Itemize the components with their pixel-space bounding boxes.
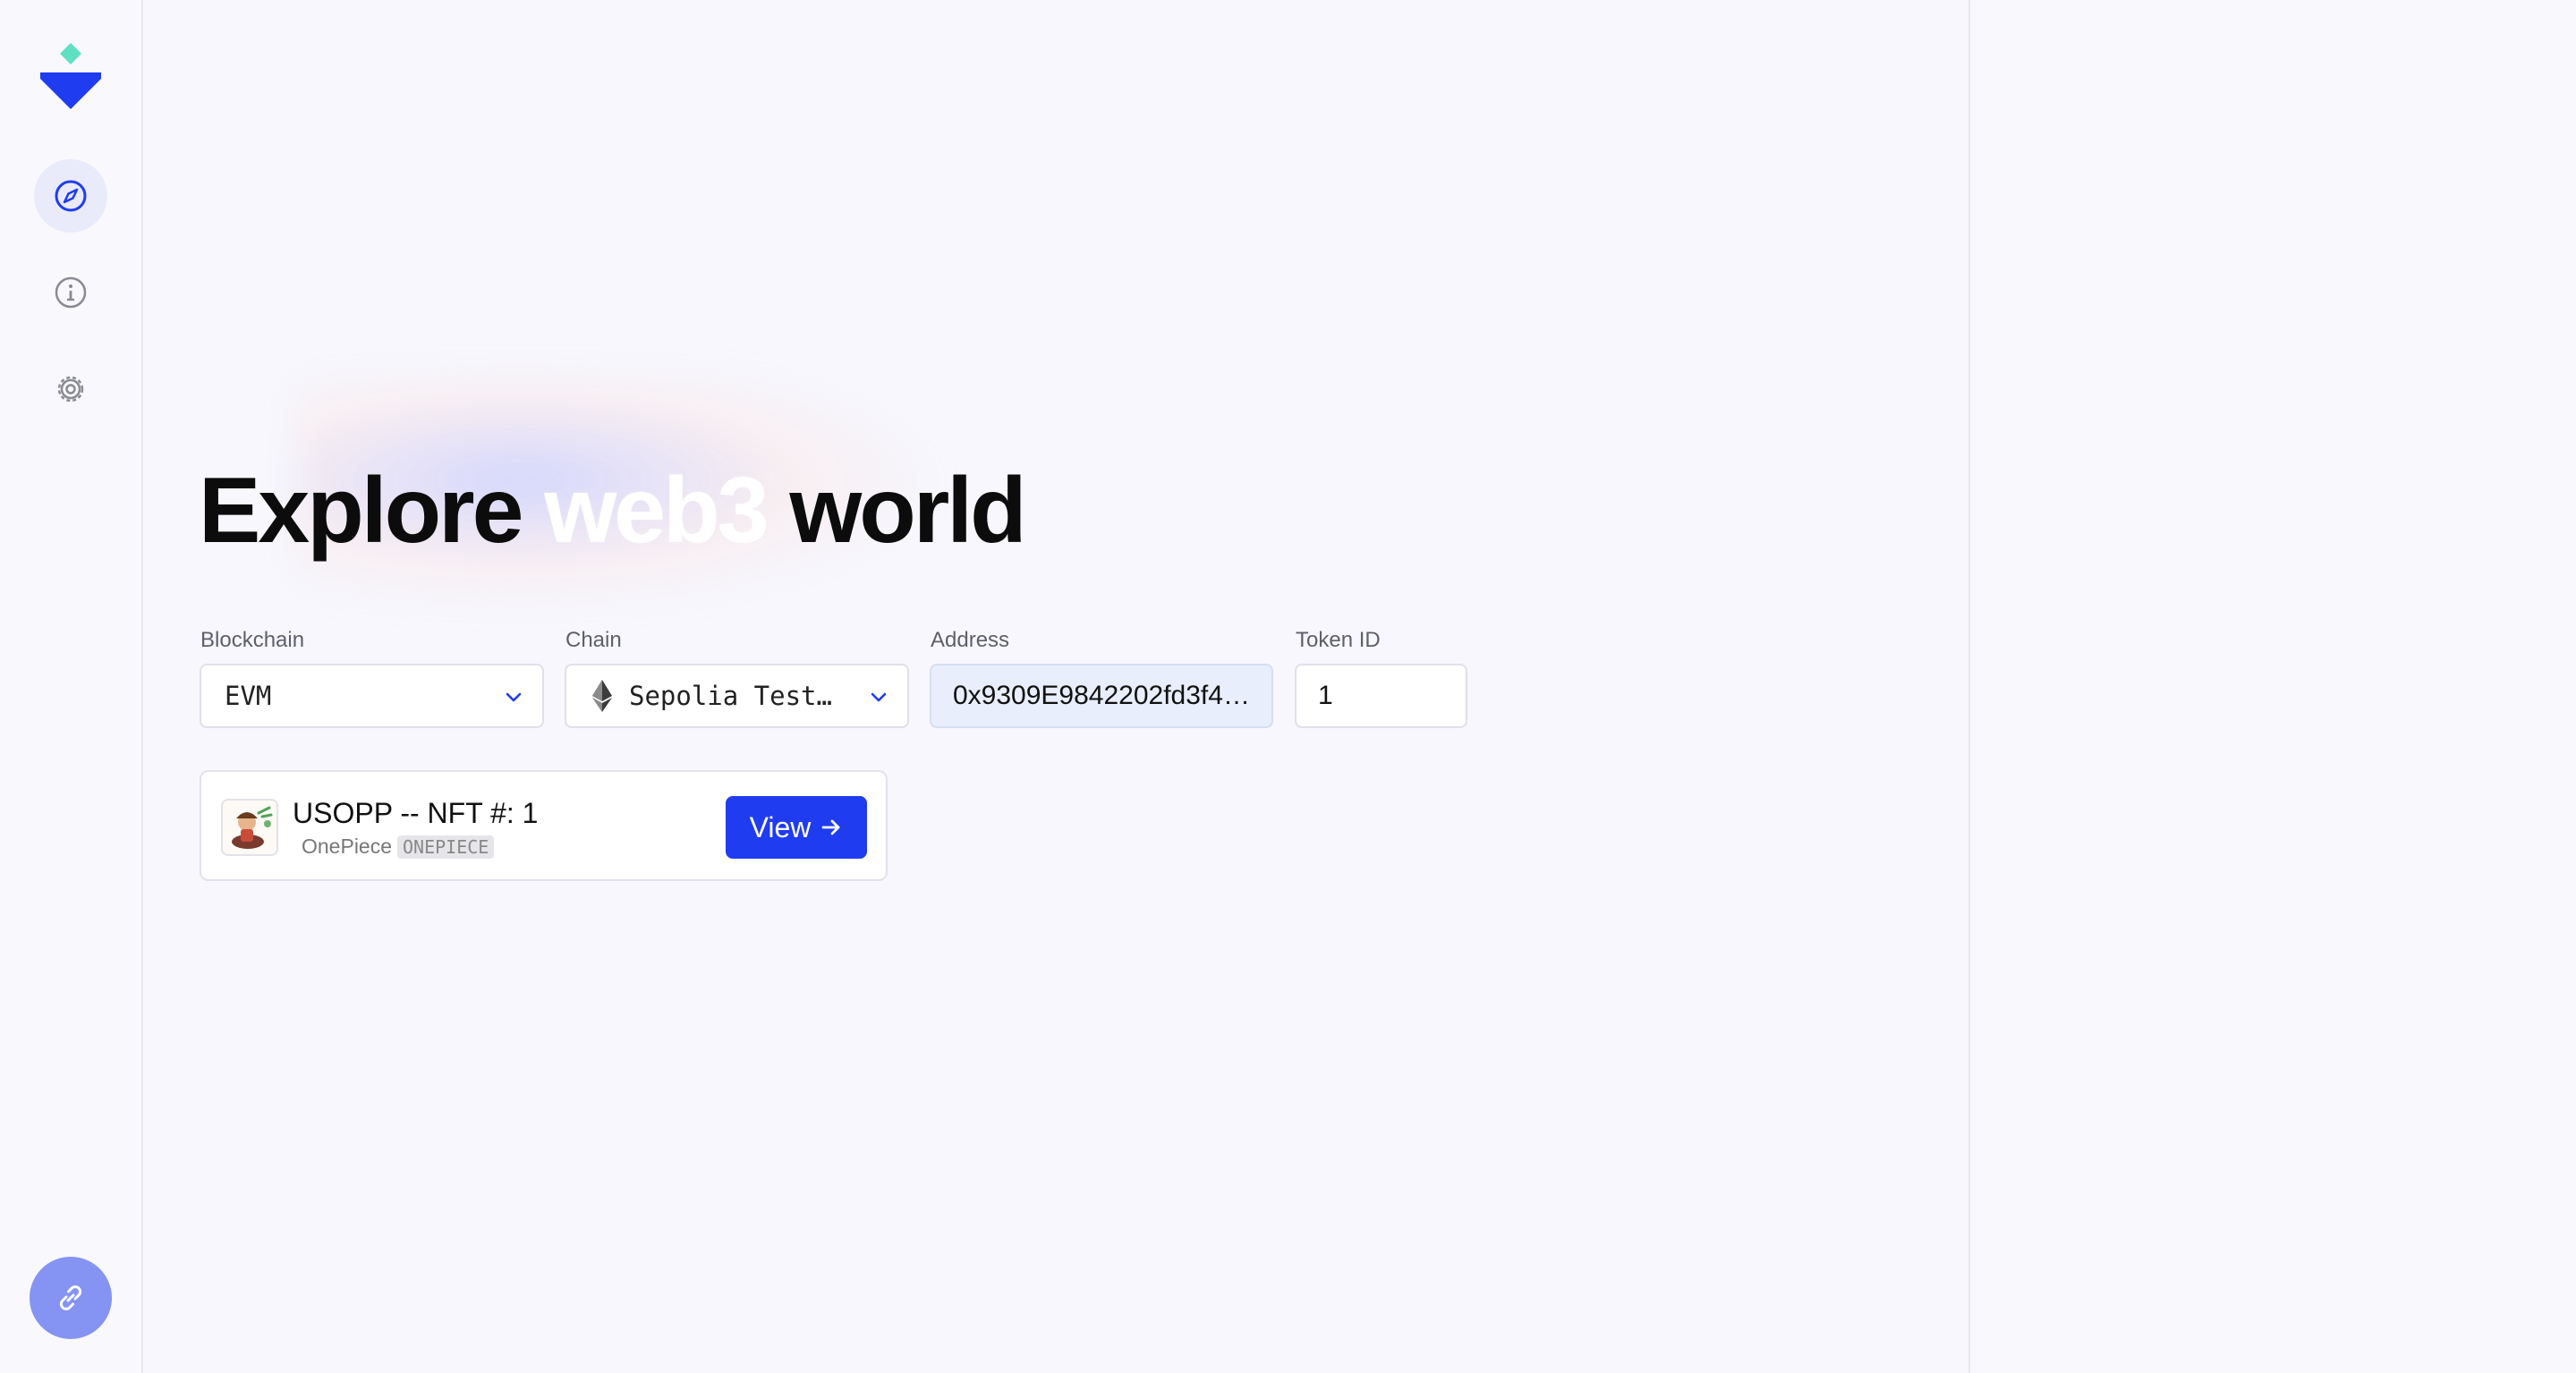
address-label: Address [931, 628, 1010, 652]
app-logo[interactable] [38, 39, 104, 114]
view-button-label: View [749, 810, 812, 843]
compass-icon [55, 180, 87, 212]
sidebar-item-info[interactable] [34, 256, 107, 329]
title-accent: web3 [544, 459, 769, 563]
title-suffix: world [789, 459, 1026, 563]
sidebar-item-settings[interactable] [34, 352, 107, 426]
connect-button[interactable] [30, 1257, 112, 1339]
nft-thumbnail [221, 799, 278, 856]
token-id-input[interactable] [1295, 664, 1467, 728]
chain-label: Chain [565, 628, 622, 652]
title-prefix: Explore [199, 459, 523, 563]
sidebar-item-explore[interactable] [34, 159, 107, 233]
collection-symbol-badge: ONEPIECE [397, 835, 495, 859]
info-icon [55, 276, 87, 309]
chain-value: Sepolia Test… [629, 681, 832, 711]
nft-result-card: USOPP -- NFT #: 1 OnePiece ONEPIECE View [200, 770, 888, 881]
nft-collection: OnePiece ONEPIECE [302, 835, 495, 859]
collection-name: OnePiece [302, 835, 393, 858]
chevron-down-icon [506, 692, 522, 702]
blockchain-select[interactable]: EVM [200, 664, 544, 728]
nft-title: USOPP -- NFT #: 1 [293, 797, 539, 829]
right-panel [1970, 0, 2576, 1373]
ethereum-icon [592, 680, 612, 712]
blockchain-value: EVM [225, 681, 272, 711]
chevron-down-icon [871, 692, 887, 702]
link-icon [59, 1285, 82, 1310]
arrow-right-icon [821, 819, 840, 835]
sidebar [0, 0, 143, 1373]
gear-icon [57, 376, 84, 403]
address-input[interactable] [930, 664, 1273, 728]
view-button[interactable]: View [726, 796, 867, 859]
blockchain-label: Blockchain [200, 628, 305, 652]
chain-select[interactable]: Sepolia Test… [565, 664, 909, 728]
token-id-label: Token ID [1296, 628, 1381, 652]
page-title: Explore web3 world [199, 458, 1027, 564]
